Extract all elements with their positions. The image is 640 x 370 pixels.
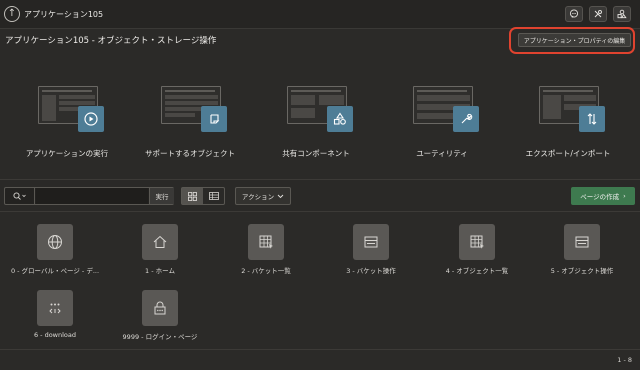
tile-label: アプリケーションの実行 [25, 149, 109, 158]
page-card[interactable]: 2 - バケット一覧 [211, 212, 321, 275]
grid-footer: 1 - 8 [0, 349, 640, 370]
tile-illustration [287, 86, 353, 134]
tile-illustration [413, 86, 479, 134]
tile-shared-components[interactable]: 共有コンポーネント [253, 81, 379, 166]
pages-grid: 0 - グローバル・ページ - デ... 1 - ホーム 2 - バケット一覧 … [0, 212, 640, 349]
up-down-arrows-icon [579, 106, 605, 132]
tile-label: エクスポート/インポート [525, 149, 611, 158]
report-view-button[interactable] [203, 188, 224, 204]
login-icon [142, 290, 178, 326]
globe-icon [37, 224, 73, 260]
app-title[interactable]: アプリケーション105 [24, 9, 103, 20]
page-title: アプリケーション105 - オブジェクト・ストレージ操作 [5, 36, 217, 46]
tile-run-application[interactable]: アプリケーションの実行 [4, 81, 130, 166]
search-group: 実行 [4, 187, 174, 205]
create-page-label: ページの作成 [580, 193, 620, 201]
page-card-label: 6 - download [33, 331, 77, 339]
grid-cursor-icon [459, 224, 495, 260]
page-card[interactable]: 3 - バケット操作 [316, 212, 426, 275]
shared-components-button[interactable] [613, 6, 631, 22]
page-card-label: 0 - グローバル・ページ - デ... [10, 267, 100, 275]
page-card[interactable]: 6 - download [0, 278, 110, 339]
grid-icon [188, 191, 197, 201]
tile-label: 共有コンポーネント [282, 149, 350, 158]
table-icon [208, 192, 219, 200]
wrench-icon [453, 106, 479, 132]
page-card-label: 5 - オブジェクト操作 [550, 267, 614, 275]
tile-label: ユーティリティ [416, 149, 468, 158]
tile-supporting-objects[interactable]: サポートするオブジェクト [127, 81, 253, 166]
tools-icon [594, 10, 602, 18]
pagination-text: 1 - 8 [617, 356, 632, 364]
chat-button[interactable] [565, 6, 583, 22]
up-arrow-icon[interactable]: ↑ [4, 6, 20, 22]
tile-utilities[interactable]: ユーティリティ [379, 81, 505, 166]
home-icon [142, 224, 178, 260]
play-icon [78, 106, 104, 132]
actions-label: アクション [241, 193, 275, 201]
tools-button[interactable] [589, 6, 607, 22]
icon-view-button[interactable] [182, 188, 203, 204]
view-toggle [181, 187, 225, 205]
page-card-label: 9999 - ログイン・ページ [122, 333, 198, 341]
scroll-icon [201, 106, 227, 132]
page-card-label: 1 - ホーム [145, 267, 175, 275]
chevron-down-icon [277, 194, 284, 198]
page-card[interactable]: 0 - グローバル・ページ - デ... [0, 212, 110, 275]
page-card[interactable]: 9999 - ログイン・ページ [105, 278, 215, 341]
page-card[interactable]: 5 - オブジェクト操作 [527, 212, 637, 275]
page-card-label: 4 - オブジェクト一覧 [445, 267, 509, 275]
shapes-icon [617, 9, 627, 19]
shapes-icon [327, 106, 353, 132]
page-card[interactable]: 1 - ホーム [105, 212, 215, 275]
top-bar: ↑ アプリケーション105 [0, 0, 640, 29]
go-button[interactable]: 実行 [149, 188, 174, 204]
chevron-right-icon: › [623, 192, 626, 200]
form-icon [353, 224, 389, 260]
chat-icon [569, 9, 579, 18]
form-icon [564, 224, 600, 260]
highlight-annotation [509, 27, 635, 54]
create-page-button[interactable]: ページの作成 › [571, 187, 635, 205]
grid-cursor-icon [248, 224, 284, 260]
pages-toolbar: 実行 アクション ページの作成 › [0, 179, 640, 212]
page-card-label: 2 - バケット一覧 [241, 267, 291, 275]
hero-tiles: アプリケーションの実行 サポートするオブジェクト 共有コンポーネント ユーティリ… [0, 51, 640, 179]
actions-menu-button[interactable]: アクション [235, 187, 291, 205]
tile-illustration [161, 86, 227, 134]
page-card-label: 3 - バケット操作 [346, 267, 396, 275]
tile-illustration [539, 86, 605, 134]
search-input[interactable] [36, 188, 148, 204]
tile-export-import[interactable]: エクスポート/インポート [505, 81, 631, 166]
page-card[interactable]: 4 - オブジェクト一覧 [422, 212, 532, 275]
tile-label: サポートするオブジェクト [145, 149, 235, 158]
search-icon [12, 191, 26, 200]
dots-arrows-icon [37, 290, 73, 326]
tile-illustration [38, 86, 104, 134]
search-column-selector[interactable] [5, 188, 35, 204]
